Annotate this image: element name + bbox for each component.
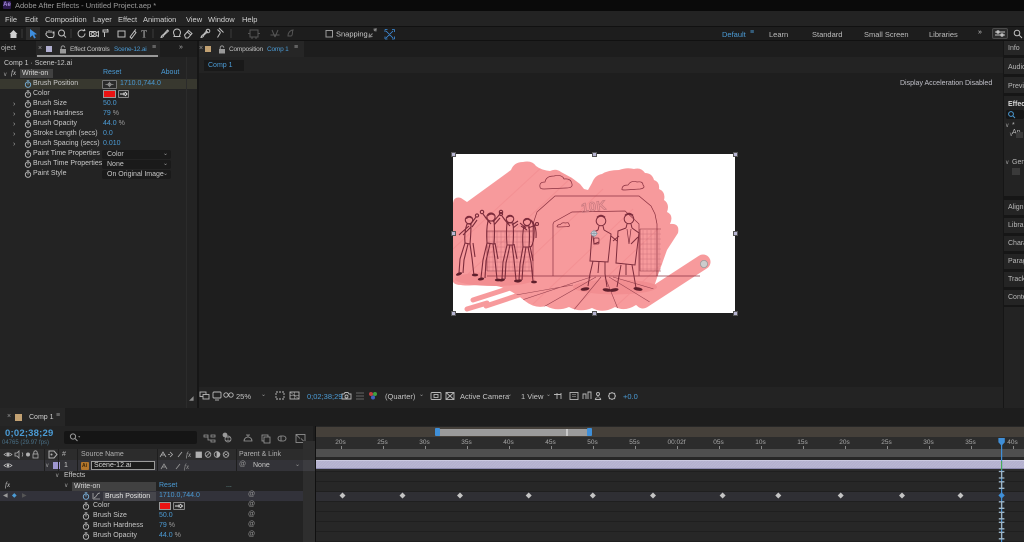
svg-text:Snapping: Snapping [336,30,368,39]
svg-text:T: T [141,30,147,41]
svg-text:fx: fx [186,451,192,459]
svg-text:fx: fx [184,463,190,471]
